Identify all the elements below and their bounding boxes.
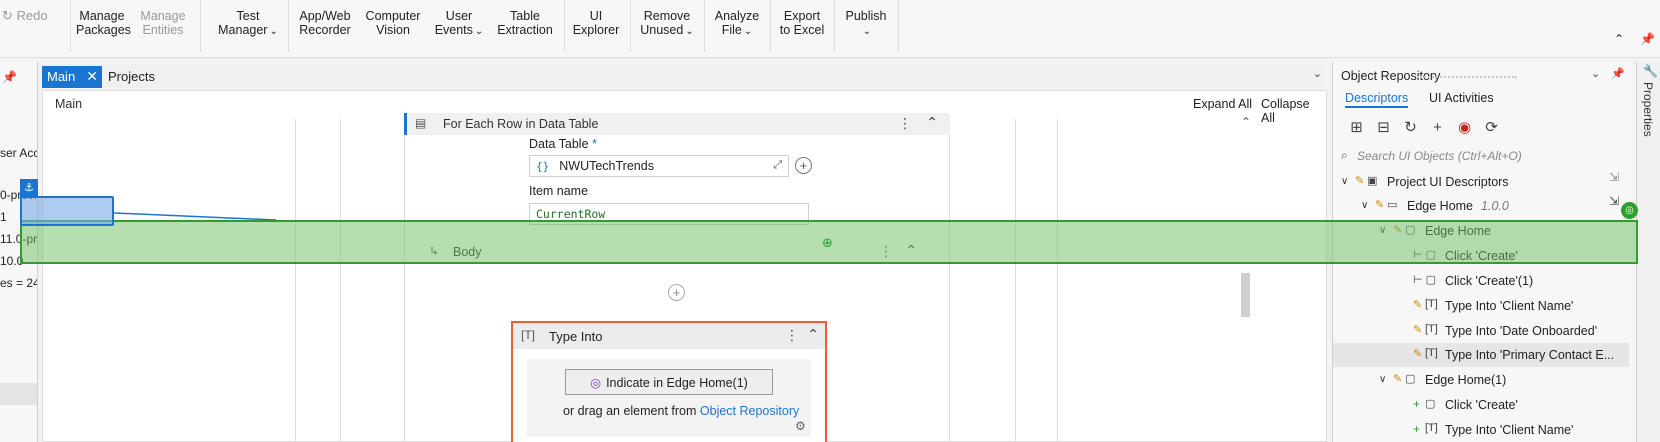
connector-line	[113, 212, 277, 221]
target-icon[interactable]: ◎	[1621, 202, 1638, 219]
locator-icon[interactable]: ⊕	[822, 235, 833, 251]
studio-window: ↻ Redo Manage Packages Manage Entities T…	[0, 0, 1660, 442]
anchor-highlight-overlay	[20, 196, 114, 226]
anchor-icon[interactable]: ⚓	[20, 179, 38, 197]
